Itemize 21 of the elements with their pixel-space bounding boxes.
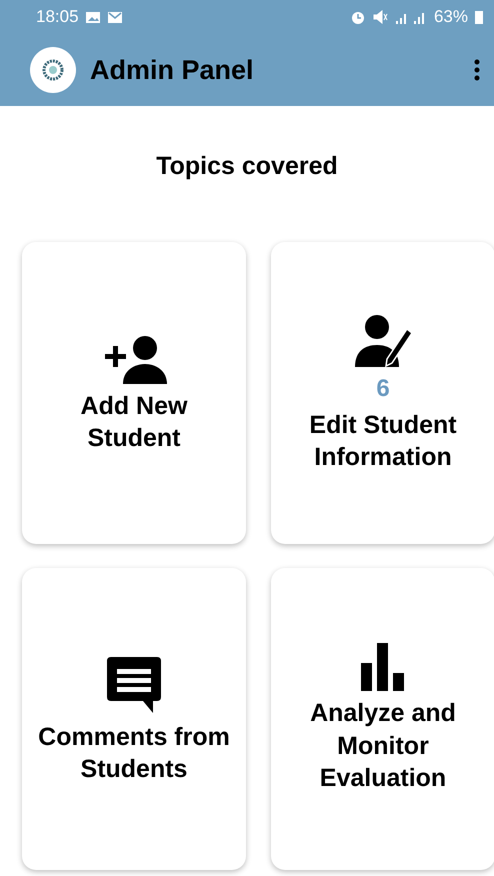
status-time: 18:05 xyxy=(36,7,79,27)
topic-card[interactable]: Analyze and Monitor Evaluation xyxy=(271,568,494,870)
card-label: Comments from Students xyxy=(37,722,231,785)
topic-card[interactable]: Comments from Students xyxy=(22,568,246,870)
card-label: Edit Student Information xyxy=(308,410,458,473)
mail-icon xyxy=(106,10,123,24)
mute-icon xyxy=(372,9,388,25)
card-label: Analyze and Monitor Evaluation xyxy=(309,698,457,794)
app-title: Admin Panel xyxy=(90,54,255,86)
alarm-icon xyxy=(350,9,366,25)
logo-icon xyxy=(42,59,64,81)
count-label: 6 xyxy=(376,374,390,402)
topic-card[interactable]: Add New Student xyxy=(22,242,246,544)
bar-chart-icon xyxy=(361,643,405,692)
battery-icon xyxy=(474,9,484,25)
section-heading: Topics covered xyxy=(155,151,339,182)
image-icon xyxy=(84,10,101,24)
more-menu-icon[interactable] xyxy=(474,59,480,81)
card-label: Add New Student xyxy=(80,390,188,454)
battery-percentage: 63% xyxy=(434,7,468,27)
topic-card[interactable]: 6 Edit Student Information xyxy=(271,242,494,544)
